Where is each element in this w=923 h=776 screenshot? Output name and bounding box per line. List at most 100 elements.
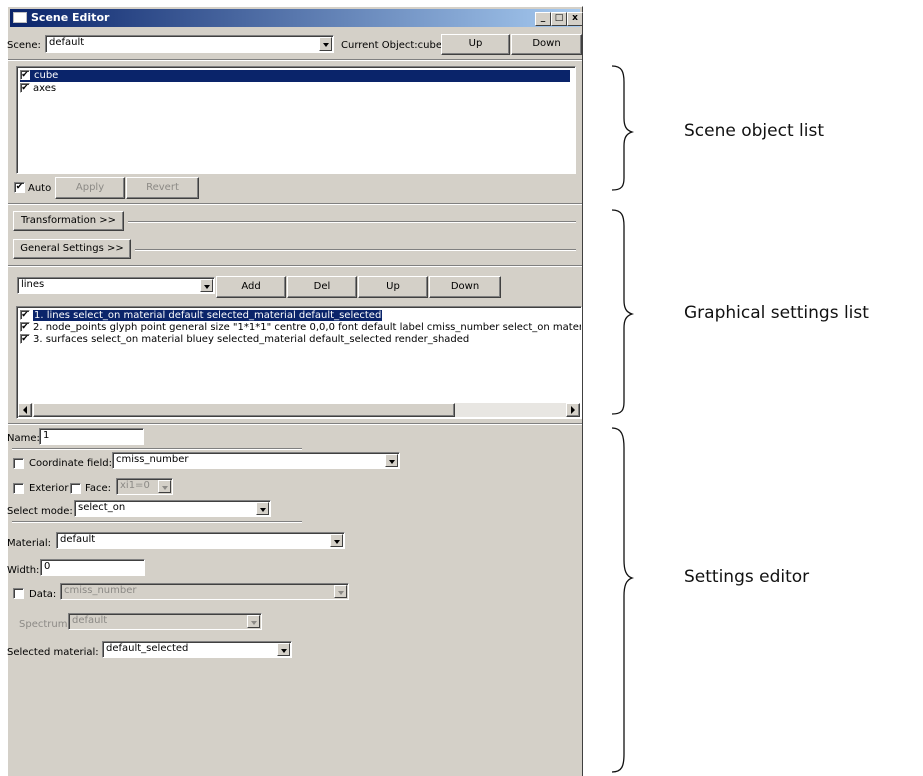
auto-checkbox[interactable]: ✔ <box>14 182 25 193</box>
material-select[interactable]: default <box>56 532 345 549</box>
chevron-down-icon[interactable] <box>319 37 332 51</box>
divider <box>12 521 302 523</box>
window-title: Scene Editor <box>31 11 110 24</box>
selected-material-select[interactable]: default_selected <box>102 641 292 658</box>
settings-up-label: Up <box>386 281 400 292</box>
checkbox[interactable]: ✔ <box>20 70 30 80</box>
arrow-right-icon <box>571 406 575 414</box>
maximize-icon: □ <box>554 13 564 23</box>
minimize-button[interactable]: _ <box>535 12 551 26</box>
up-button[interactable]: Up <box>441 34 510 55</box>
face-checkbox[interactable] <box>70 483 81 494</box>
list-item[interactable]: ✔ axes <box>20 83 56 95</box>
graphic-type-select[interactable]: lines <box>17 277 215 294</box>
name-value: 1 <box>43 430 50 441</box>
width-label: Width: <box>7 565 40 576</box>
scroll-left-button[interactable] <box>18 403 32 417</box>
data-checkbox[interactable] <box>13 588 24 599</box>
general-settings-button[interactable]: General Settings >> <box>13 239 131 259</box>
del-button-label: Del <box>313 281 331 292</box>
material-value: default <box>60 534 96 545</box>
transformation-button[interactable]: Transformation >> <box>13 211 124 231</box>
face-select[interactable]: xi1=0 <box>116 478 173 495</box>
face-label: Face: <box>85 483 111 494</box>
annotation-scene-object-list: Scene object list <box>684 121 824 141</box>
apply-button-label: Apply <box>75 182 105 193</box>
scrollbar-thumb[interactable] <box>33 403 455 417</box>
general-settings-label: General Settings >> <box>20 243 124 254</box>
list-item-label: 3. surfaces select_on material bluey sel… <box>33 334 470 345</box>
select-mode-label: Select mode: <box>7 506 73 517</box>
list-item-label: 1. lines select_on material default sele… <box>33 310 383 321</box>
face-value: xi1=0 <box>120 480 150 491</box>
scene-editor-window: Scene Editor _ □ x Scene: default Curren… <box>7 6 583 776</box>
list-item-label: 2. node_points glyph point general size … <box>33 322 582 333</box>
chevron-down-icon[interactable] <box>247 615 260 628</box>
close-button[interactable]: x <box>567 12 583 26</box>
name-field[interactable]: 1 <box>39 428 144 445</box>
del-button[interactable]: Del <box>287 276 357 298</box>
settings-up-button[interactable]: Up <box>358 276 428 298</box>
add-button-label: Add <box>241 281 261 292</box>
current-object-label: Current Object:cube <box>341 40 443 51</box>
scroll-right-button[interactable] <box>566 403 580 417</box>
brace-settings-editor <box>611 427 635 773</box>
list-item[interactable]: ✔ cube <box>20 70 570 82</box>
transformation-label: Transformation >> <box>21 215 116 226</box>
select-mode-select[interactable]: select_on <box>74 500 271 517</box>
data-value: cmiss_number <box>64 585 137 596</box>
revert-button[interactable]: Revert <box>126 177 199 199</box>
scene-select[interactable]: default <box>45 35 334 53</box>
graphic-type-value: lines <box>21 279 45 290</box>
maximize-button[interactable]: □ <box>551 12 567 26</box>
revert-button-label: Revert <box>146 182 179 193</box>
add-button[interactable]: Add <box>216 276 286 298</box>
checkbox[interactable]: ✔ <box>20 83 30 93</box>
chevron-down-icon[interactable] <box>334 585 347 598</box>
selected-material-label: Selected material: <box>7 647 99 658</box>
divider <box>128 221 576 223</box>
checkbox[interactable]: ✔ <box>20 310 30 320</box>
divider <box>12 448 302 450</box>
exterior-checkbox[interactable] <box>13 483 24 494</box>
settings-down-button[interactable]: Down <box>429 276 501 298</box>
list-item[interactable]: ✔ 1. lines select_on material default sel… <box>20 310 383 322</box>
scene-object-list[interactable]: ✔ cube ✔ axes <box>16 66 576 174</box>
arrow-left-icon <box>23 406 27 414</box>
chevron-down-icon[interactable] <box>158 480 171 493</box>
checkbox[interactable]: ✔ <box>20 322 30 332</box>
select-mode-value: select_on <box>78 502 126 513</box>
data-select[interactable]: cmiss_number <box>60 583 349 600</box>
coordinate-field-select[interactable]: cmiss_number <box>112 452 400 469</box>
settings-down-label: Down <box>450 281 480 292</box>
graphical-settings-list[interactable]: ✔ 1. lines select_on material default sel… <box>16 306 582 419</box>
coordinate-field-checkbox[interactable] <box>13 458 24 469</box>
chevron-down-icon[interactable] <box>256 502 269 515</box>
coordinate-field-value: cmiss_number <box>116 454 189 465</box>
divider <box>8 203 582 205</box>
selected-material-value: default_selected <box>106 643 189 654</box>
list-item-label: axes <box>33 83 57 94</box>
width-value: 0 <box>44 561 51 572</box>
data-label: Data: <box>29 589 57 600</box>
chevron-down-icon[interactable] <box>385 454 398 467</box>
list-item[interactable]: ✔ 3. surfaces select_on material bluey se… <box>20 334 469 346</box>
name-label: Name: <box>7 433 40 444</box>
brace-graphical-settings-list <box>611 209 635 415</box>
chevron-down-icon[interactable] <box>330 534 343 547</box>
width-field[interactable]: 0 <box>40 559 145 576</box>
list-item[interactable]: ✔ 2. node_points glyph point general size… <box>20 322 582 334</box>
spectrum-select[interactable]: default <box>68 613 262 630</box>
checkbox[interactable]: ✔ <box>20 334 30 344</box>
app-icon <box>13 12 27 23</box>
down-button-label: Down <box>532 38 561 49</box>
annotation-graphical-settings-list: Graphical settings list <box>684 303 869 323</box>
apply-button[interactable]: Apply <box>55 177 125 199</box>
down-button[interactable]: Down <box>511 34 582 55</box>
chevron-down-icon[interactable] <box>277 643 290 656</box>
title-bar[interactable]: Scene Editor _ □ x <box>10 9 583 27</box>
chevron-down-icon[interactable] <box>200 279 213 292</box>
scene-label: Scene: <box>7 40 41 51</box>
minimize-icon: _ <box>540 13 546 23</box>
horizontal-scrollbar[interactable] <box>18 403 580 417</box>
